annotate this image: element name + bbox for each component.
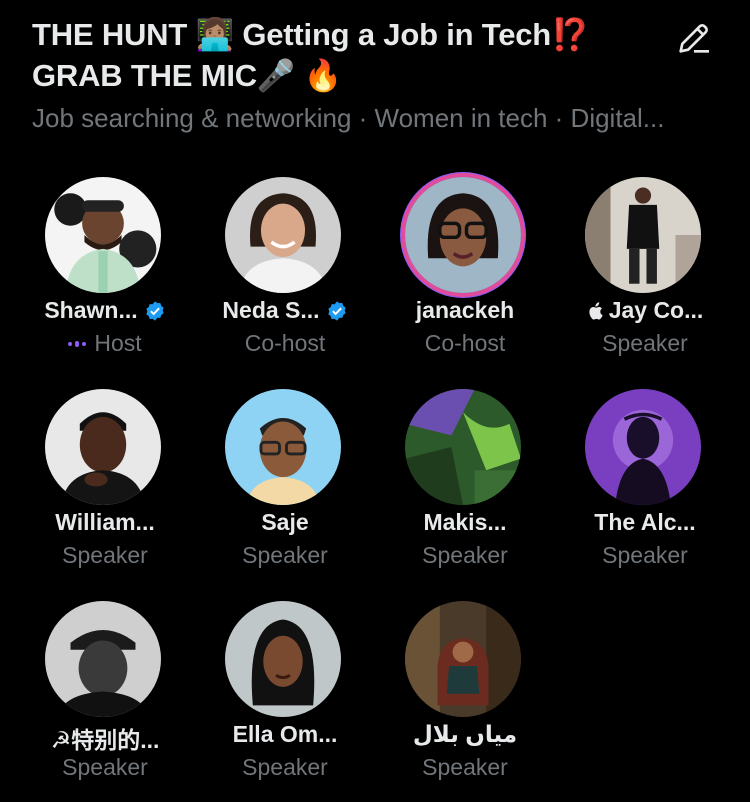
avatar bbox=[585, 177, 701, 293]
participant-role: Speaker bbox=[62, 754, 148, 780]
participant-name: Saje bbox=[261, 509, 309, 535]
avatar bbox=[45, 389, 161, 505]
participant-role: Co-host bbox=[424, 330, 506, 356]
participant-makis[interactable]: Makis... Speaker bbox=[375, 385, 555, 585]
apple-logo-icon bbox=[589, 301, 603, 320]
pencil-edit-icon bbox=[679, 24, 709, 53]
participant-role: Speaker bbox=[242, 542, 328, 568]
participant-role: Speaker bbox=[602, 542, 688, 568]
participant-role: Speaker bbox=[242, 754, 328, 780]
space-topics: Job searching & networking · Women in te… bbox=[32, 103, 665, 133]
participant-name: Jay Co... bbox=[555, 297, 735, 324]
participant-name: Shawn... bbox=[15, 297, 195, 324]
avatar bbox=[45, 601, 161, 717]
participant-name: Neda S... bbox=[195, 297, 375, 324]
participant-role: Host bbox=[15, 330, 195, 357]
avatar bbox=[225, 389, 341, 505]
participant-name: Makis... bbox=[423, 509, 507, 535]
avatar bbox=[45, 177, 161, 293]
participant-the-alc[interactable]: The Alc... Speaker bbox=[555, 385, 735, 585]
participant-william[interactable]: William... Speaker bbox=[15, 385, 195, 585]
participant-name: William... bbox=[55, 509, 155, 535]
participant-role: Speaker bbox=[422, 542, 508, 568]
participant-name: Ella Om... bbox=[232, 721, 338, 747]
verified-badge-icon bbox=[327, 300, 346, 321]
avatar bbox=[405, 177, 521, 293]
participant-role: Speaker bbox=[62, 542, 148, 568]
participant-name: janackeh bbox=[415, 297, 515, 323]
participant-role: Speaker bbox=[602, 330, 688, 356]
edit-button[interactable] bbox=[672, 16, 716, 60]
verified-badge-icon bbox=[146, 300, 164, 321]
space-title: THE HUNT 👩🏽‍💻 Getting a Job in Tech⁉️ GR… bbox=[32, 14, 632, 96]
participant-jay[interactable]: Jay Co... Speaker bbox=[555, 173, 735, 373]
participant-role: Speaker bbox=[422, 754, 508, 780]
participant-ella[interactable]: Ella Om... Speaker bbox=[195, 597, 375, 797]
space-title-line-2: GRAB THE MIC🎤 🔥 bbox=[32, 58, 343, 93]
participant-name: میاں بلال bbox=[412, 721, 518, 747]
participant-saje[interactable]: Saje Speaker bbox=[195, 385, 375, 585]
participant-name: ☭特别的... bbox=[50, 727, 160, 753]
participant-mian-bilal[interactable]: میاں بلال Speaker bbox=[375, 597, 555, 797]
participant-special[interactable]: ☭特别的... Speaker bbox=[15, 597, 195, 797]
participant-janackeh[interactable]: janackeh Co-host bbox=[375, 173, 555, 373]
audio-levels-icon bbox=[68, 340, 87, 347]
avatar bbox=[405, 601, 521, 717]
participant-name: The Alc... bbox=[594, 509, 696, 535]
avatar bbox=[225, 601, 341, 717]
avatar bbox=[405, 389, 521, 505]
participant-neda[interactable]: Neda S... Co-host bbox=[195, 173, 375, 373]
avatar bbox=[585, 389, 701, 505]
participant-role: Co-host bbox=[244, 330, 326, 356]
avatar bbox=[225, 177, 341, 293]
space-title-line-1: THE HUNT 👩🏽‍💻 Getting a Job in Tech⁉️ bbox=[32, 17, 590, 52]
participant-shawn[interactable]: Shawn... Host bbox=[15, 173, 195, 373]
